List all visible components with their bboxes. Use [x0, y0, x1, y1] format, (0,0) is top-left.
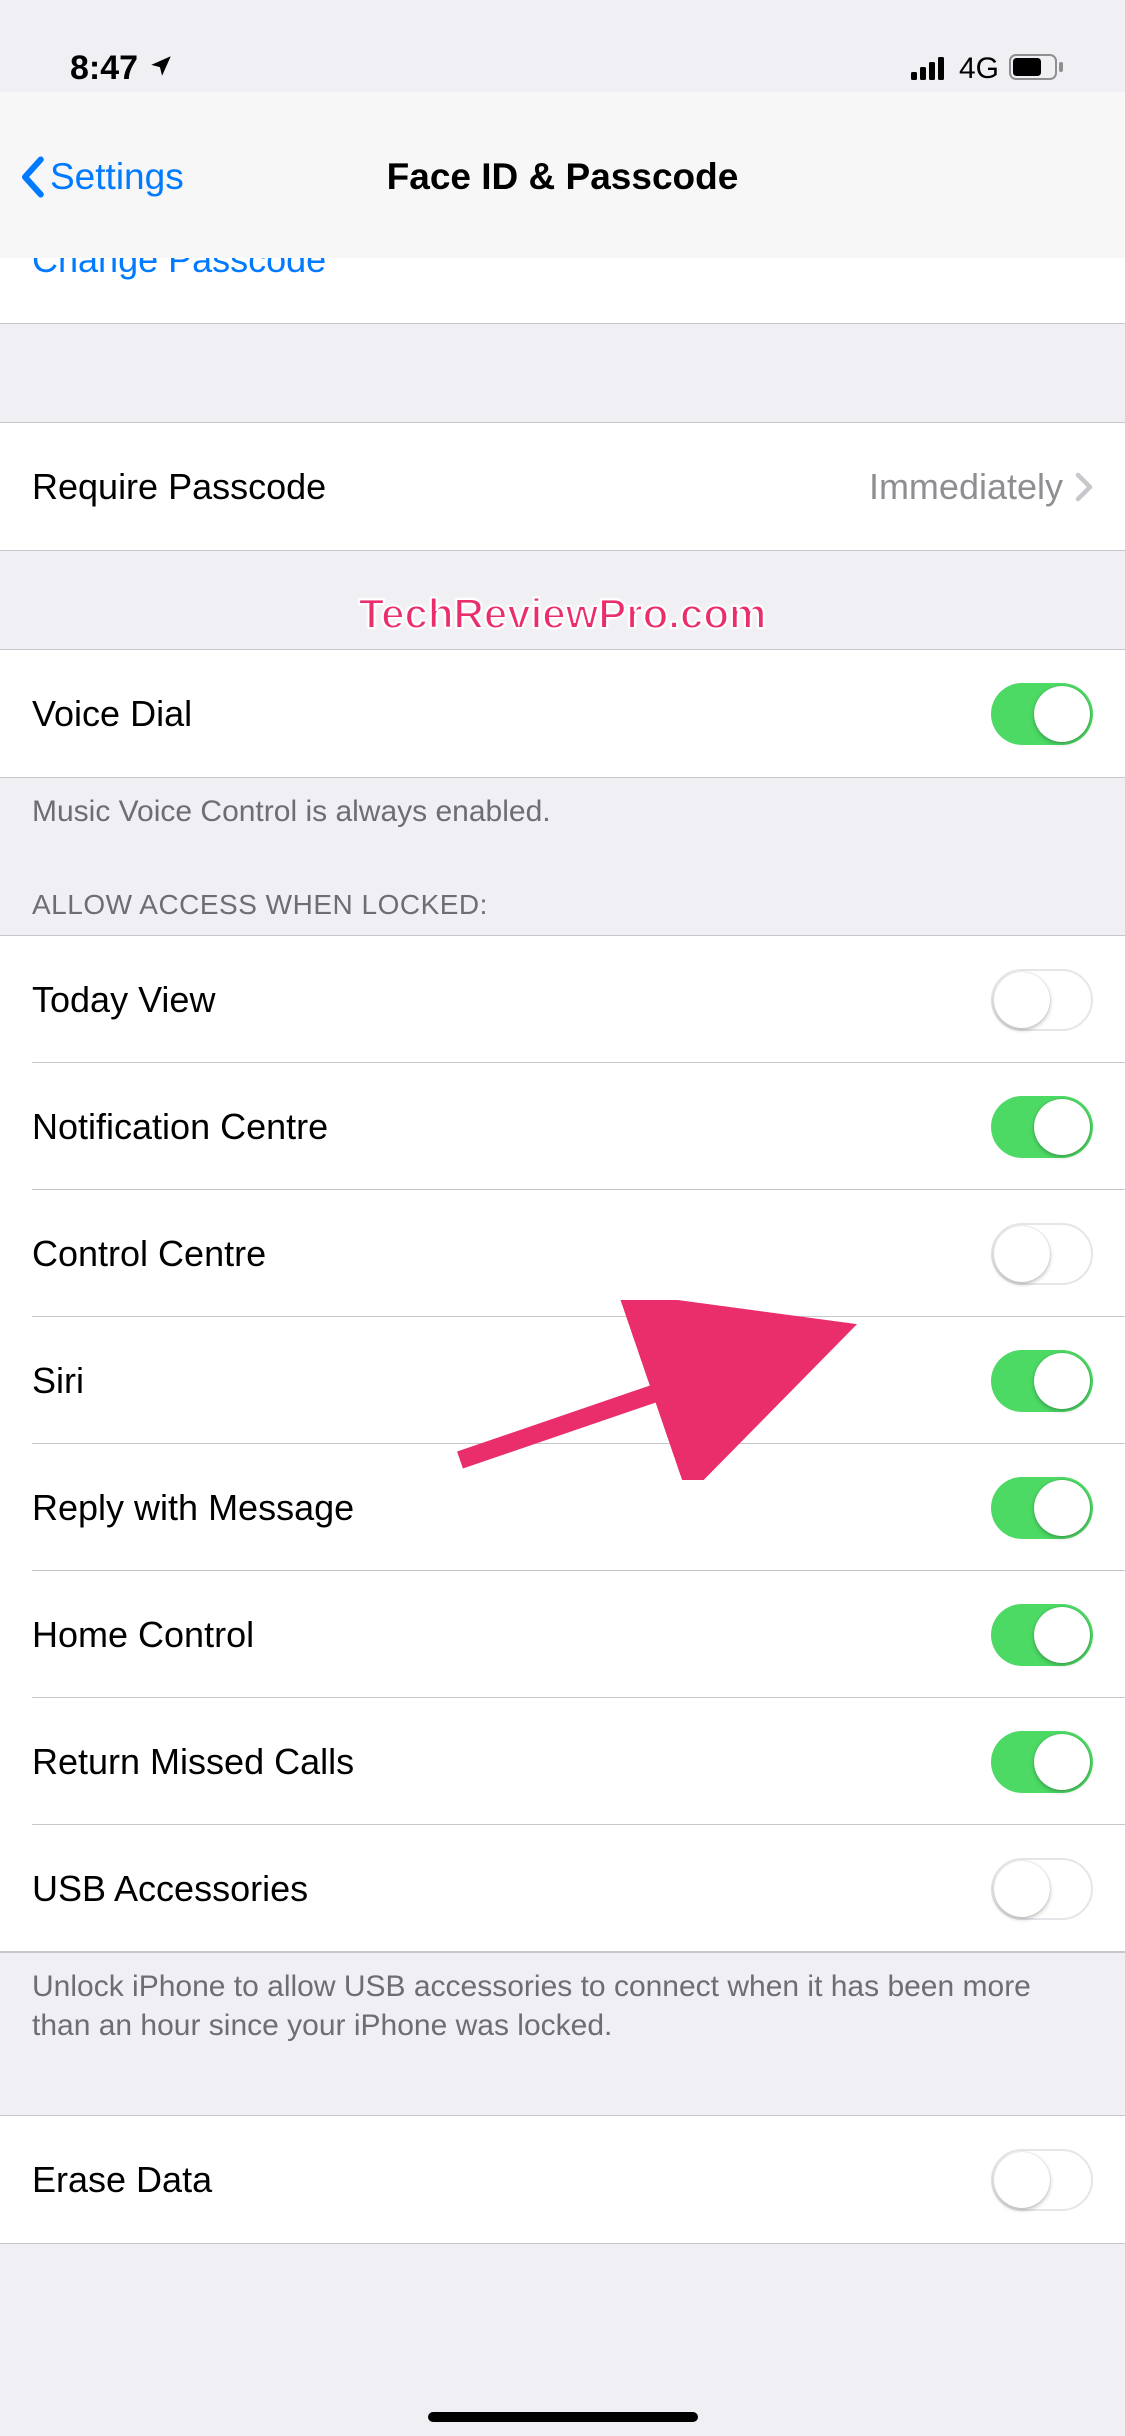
allow-access-header: ALLOW ACCESS WHEN LOCKED: — [0, 841, 1125, 935]
control-centre-label: Control Centre — [32, 1233, 266, 1275]
change-passcode-row[interactable]: Change Passcode — [0, 258, 1125, 324]
chevron-right-icon — [1075, 472, 1093, 502]
notification-centre-label: Notification Centre — [32, 1106, 328, 1148]
control-centre-row: Control Centre — [0, 1190, 1125, 1317]
status-time: 8:47 — [70, 49, 138, 88]
navigation-bar: Settings Face ID & Passcode — [0, 92, 1125, 263]
control-centre-switch[interactable] — [991, 1223, 1093, 1285]
require-passcode-label: Require Passcode — [32, 466, 326, 508]
return-missed-calls-row: Return Missed Calls — [0, 1698, 1125, 1825]
require-passcode-row[interactable]: Require Passcode Immediately — [0, 422, 1125, 551]
back-button[interactable]: Settings — [0, 156, 184, 198]
home-control-label: Home Control — [32, 1614, 254, 1656]
erase-data-label: Erase Data — [32, 2159, 212, 2201]
voice-dial-row: Voice Dial — [0, 649, 1125, 778]
siri-row: Siri — [0, 1317, 1125, 1444]
settings-content: Change Passcode Require Passcode Immedia… — [0, 258, 1125, 2436]
location-icon — [148, 49, 174, 88]
return-missed-calls-switch[interactable] — [991, 1731, 1093, 1793]
today-view-label: Today View — [32, 979, 215, 1021]
home-indicator[interactable] — [428, 2412, 698, 2422]
chevron-left-icon — [18, 156, 46, 198]
change-passcode-label: Change Passcode — [32, 258, 326, 281]
erase-data-row: Erase Data — [0, 2115, 1125, 2244]
usb-accessories-switch[interactable] — [991, 1858, 1093, 1920]
reply-with-message-switch[interactable] — [991, 1477, 1093, 1539]
cellular-signal-icon — [911, 50, 949, 88]
usb-accessories-row: USB Accessories — [0, 1825, 1125, 1953]
network-type: 4G — [959, 52, 999, 86]
status-bar: 8:47 4G — [0, 0, 1125, 92]
home-control-switch[interactable] — [991, 1604, 1093, 1666]
usb-footer: Unlock iPhone to allow USB accessories t… — [0, 1953, 1125, 2055]
siri-switch[interactable] — [991, 1350, 1093, 1412]
voice-dial-switch[interactable] — [991, 683, 1093, 745]
reply-with-message-row: Reply with Message — [0, 1444, 1125, 1571]
home-control-row: Home Control — [0, 1571, 1125, 1698]
erase-data-switch[interactable] — [991, 2149, 1093, 2211]
today-view-row: Today View — [0, 936, 1125, 1063]
require-passcode-value: Immediately — [869, 466, 1063, 508]
back-label: Settings — [50, 156, 184, 198]
battery-icon — [1009, 50, 1065, 88]
notification-centre-switch[interactable] — [991, 1096, 1093, 1158]
voice-dial-footer: Music Voice Control is always enabled. — [0, 778, 1125, 841]
allow-access-list: Today View Notification Centre Control C… — [0, 935, 1125, 1953]
notification-centre-row: Notification Centre — [0, 1063, 1125, 1190]
today-view-switch[interactable] — [991, 969, 1093, 1031]
usb-accessories-label: USB Accessories — [32, 1868, 308, 1910]
siri-label: Siri — [32, 1360, 84, 1402]
return-missed-calls-label: Return Missed Calls — [32, 1741, 354, 1783]
voice-dial-label: Voice Dial — [32, 693, 192, 735]
reply-with-message-label: Reply with Message — [32, 1487, 354, 1529]
